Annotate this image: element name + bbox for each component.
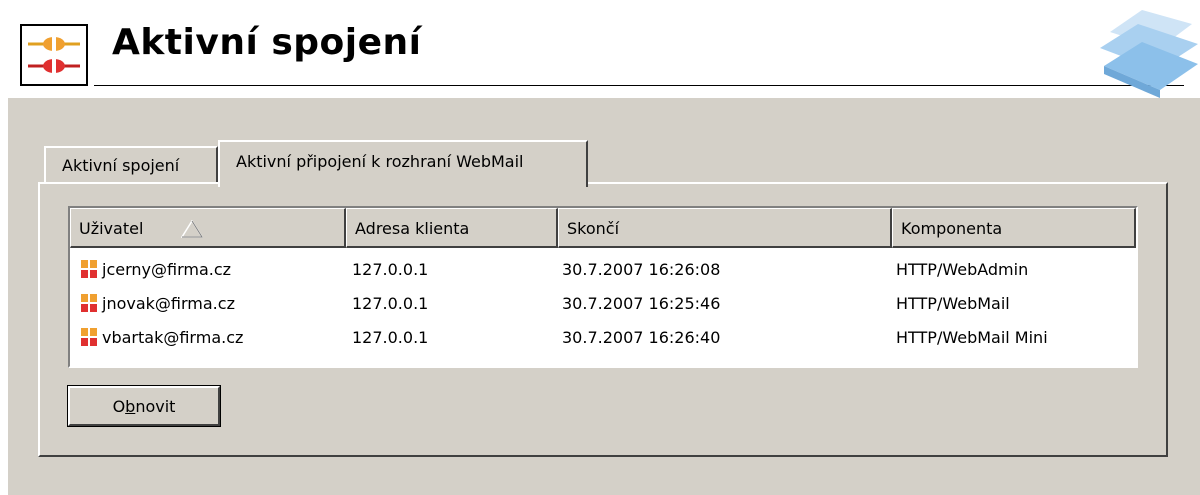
tab-webmail-connections[interactable]: Aktivní připojení k rozhraní WebMail xyxy=(218,140,588,187)
connections-table[interactable]: Uživatel Adresa klienta Skončí Komponent… xyxy=(68,206,1138,368)
table-row[interactable]: vbartak@firma.cz 127.0.0.1 30.7.2007 16:… xyxy=(70,320,1136,354)
tab-label: Aktivní připojení k rozhraní WebMail xyxy=(236,152,524,171)
connections-icon xyxy=(20,24,88,86)
refresh-button-label: Obnovit xyxy=(112,396,176,416)
cell-address: 127.0.0.1 xyxy=(352,328,429,347)
cell-user: jcerny@firma.cz xyxy=(102,260,232,279)
connection-icon xyxy=(81,258,97,280)
cell-component: HTTP/WebAdmin xyxy=(896,260,1029,279)
header-divider xyxy=(94,85,1184,86)
cell-expires: 30.7.2007 16:25:46 xyxy=(562,294,721,313)
page-title: Aktivní spojení xyxy=(112,22,422,63)
cell-address: 127.0.0.1 xyxy=(352,260,429,279)
cell-user: vbartak@firma.cz xyxy=(102,328,244,347)
refresh-button[interactable]: Obnovit xyxy=(67,385,221,427)
cell-user: jnovak@firma.cz xyxy=(102,294,235,313)
cell-expires: 30.7.2007 16:26:40 xyxy=(562,328,721,347)
column-header-address[interactable]: Adresa klienta xyxy=(346,208,558,248)
sort-ascending-icon xyxy=(181,220,203,238)
cell-expires: 30.7.2007 16:26:08 xyxy=(562,260,721,279)
table-row[interactable]: jnovak@firma.cz 127.0.0.1 30.7.2007 16:2… xyxy=(70,286,1136,320)
connection-icon xyxy=(81,326,97,348)
page-header: Aktivní spojení xyxy=(0,0,1200,98)
brand-logo xyxy=(1080,4,1200,100)
cell-component: HTTP/WebMail xyxy=(896,294,1010,313)
cell-component: HTTP/WebMail Mini xyxy=(896,328,1048,347)
column-header-component[interactable]: Komponenta xyxy=(892,208,1136,248)
tab-active-connections[interactable]: Aktivní spojení xyxy=(44,146,218,184)
column-header-user[interactable]: Uživatel xyxy=(70,208,346,248)
column-header-expires[interactable]: Skončí xyxy=(558,208,892,248)
table-row[interactable]: jcerny@firma.cz 127.0.0.1 30.7.2007 16:2… xyxy=(70,252,1136,286)
tab-label: Aktivní spojení xyxy=(62,156,180,175)
connection-icon xyxy=(81,292,97,314)
cell-address: 127.0.0.1 xyxy=(352,294,429,313)
